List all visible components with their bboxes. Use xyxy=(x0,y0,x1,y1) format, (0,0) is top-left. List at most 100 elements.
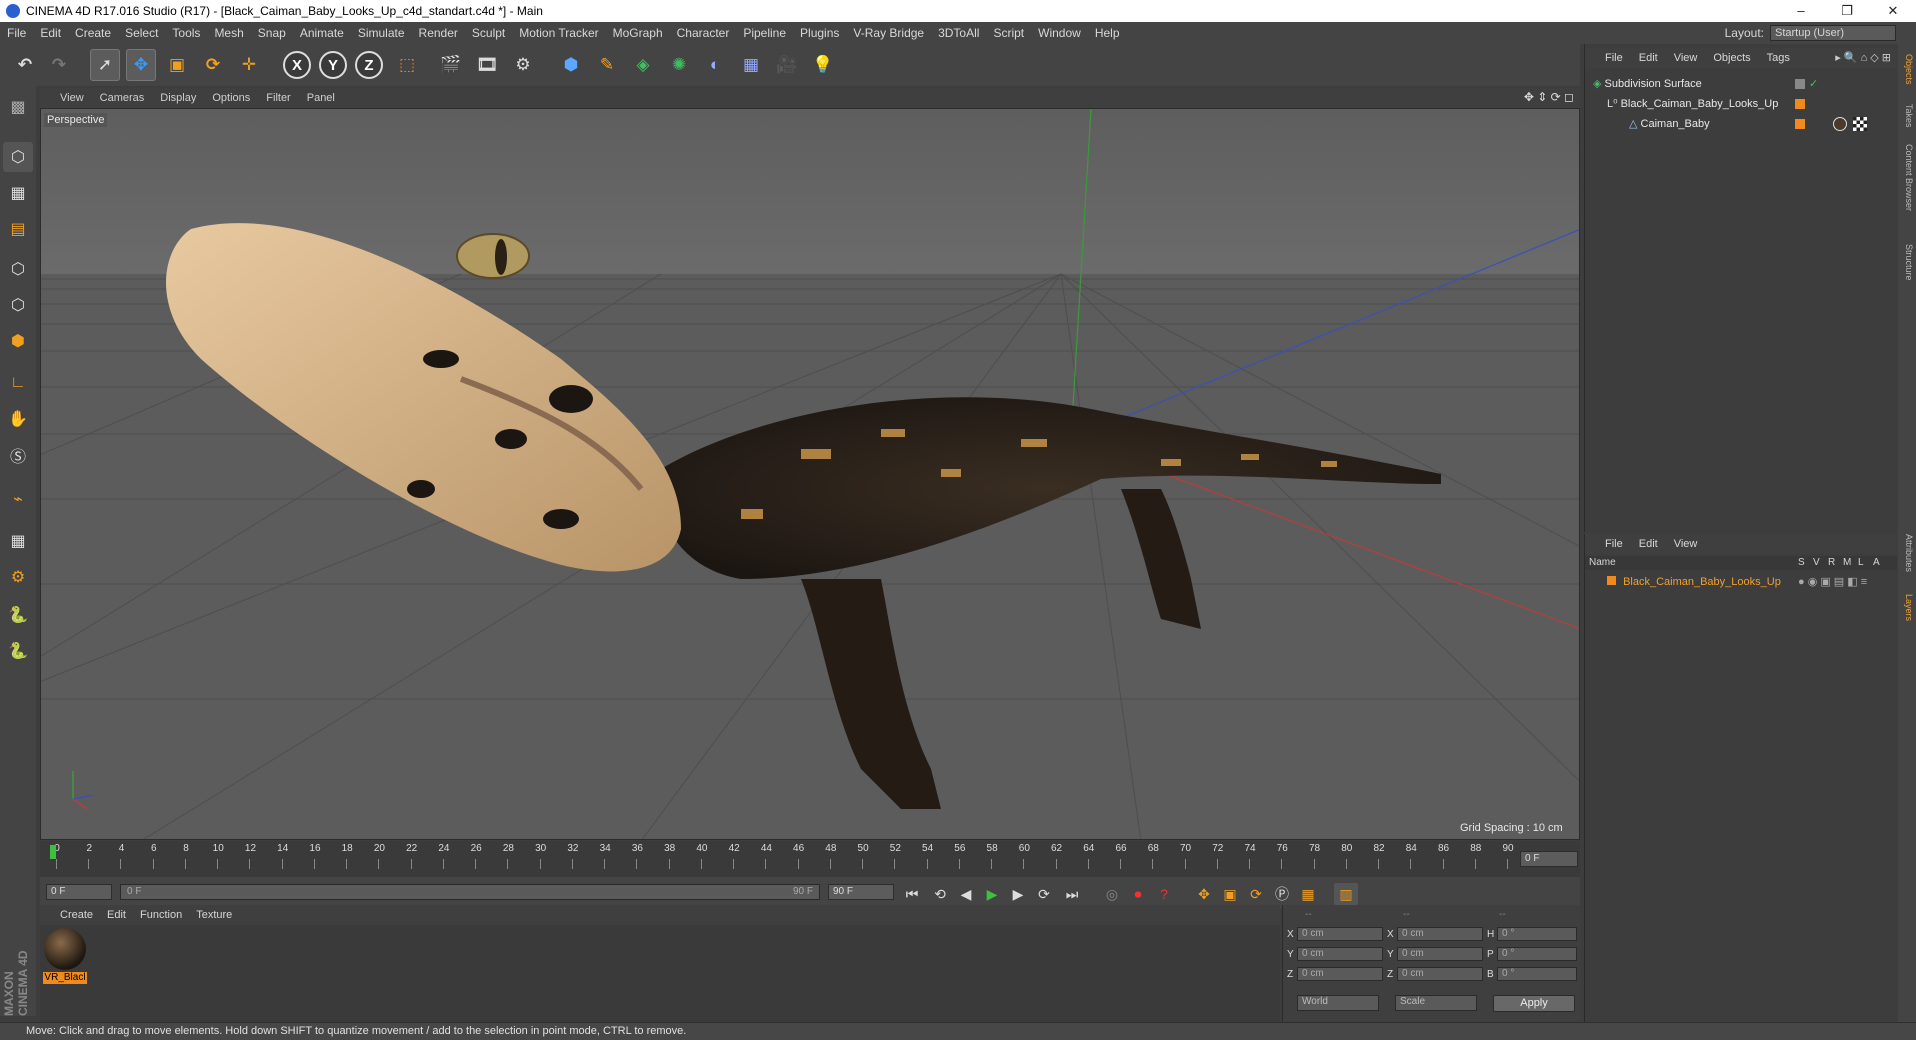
timeline-ruler[interactable]: 0 2 4 6 8 10 12 14 16 18 20 22 24 26 28 30 32 34 36 38 40 42 4… xyxy=(40,841,1580,877)
object-row-caiman-mesh[interactable]: △ Caiman_Baby xyxy=(1585,116,1897,132)
lock-grid-icon[interactable]: ▦ xyxy=(3,526,33,556)
viewport-menu-options[interactable]: Options xyxy=(204,92,258,104)
pos-y-field[interactable]: 0 cm xyxy=(1297,947,1383,961)
size-x-field[interactable]: 0 cm xyxy=(1397,927,1483,941)
tab-attributes[interactable]: Attributes xyxy=(1900,534,1914,572)
autokey-icon[interactable]: ? xyxy=(1152,883,1176,905)
undo-icon[interactable]: ↶ xyxy=(10,49,40,81)
material-tag-icon[interactable] xyxy=(1833,117,1847,131)
material-menu-function[interactable]: Function xyxy=(133,909,189,921)
current-frame-field[interactable]: 0 F xyxy=(1520,851,1578,867)
next-key-icon[interactable]: ⟳ xyxy=(1032,883,1056,905)
move-icon[interactable]: ✥ xyxy=(126,49,156,81)
layers-menu-edit[interactable]: Edit xyxy=(1631,538,1666,550)
axis-mode-icon[interactable]: ∟ xyxy=(3,368,33,398)
viewport-menu-display[interactable]: Display xyxy=(152,92,204,104)
menu-create[interactable]: Create xyxy=(68,26,118,40)
start-frame-field[interactable]: 0 F xyxy=(46,884,112,900)
menu-vray-bridge[interactable]: V-Ray Bridge xyxy=(846,26,931,40)
viewport-menu-filter[interactable]: Filter xyxy=(258,92,298,104)
model-mode-icon[interactable]: ⬡ xyxy=(3,142,33,172)
key-rotation-icon[interactable]: ⟳ xyxy=(1244,883,1268,905)
material-menu-texture[interactable]: Texture xyxy=(189,909,239,921)
redo-icon[interactable]: ↷ xyxy=(44,49,74,81)
close-button[interactable]: ✕ xyxy=(1870,0,1916,22)
menu-pipeline[interactable]: Pipeline xyxy=(736,26,793,40)
viewport-nav-icons[interactable]: ✥ ⇕ ⟳ ◻ xyxy=(1524,90,1574,104)
menu-select[interactable]: Select xyxy=(118,26,165,40)
objects-menu-file[interactable]: File xyxy=(1585,52,1631,64)
layers-menu-view[interactable]: View xyxy=(1666,538,1706,550)
menu-plugins[interactable]: Plugins xyxy=(793,26,846,40)
objects-menu-tags[interactable]: Tags xyxy=(1759,52,1798,64)
solo-icon[interactable]: Ⓢ xyxy=(3,440,33,470)
step-forward-icon[interactable]: ▶ xyxy=(1006,883,1030,905)
viewport-menu-cameras[interactable]: Cameras xyxy=(92,92,153,104)
pen-icon[interactable]: ✎ xyxy=(592,49,622,81)
floor-icon[interactable]: ▦ xyxy=(736,49,766,81)
rot-b-field[interactable]: 0 ° xyxy=(1497,967,1577,981)
select-icon[interactable]: ➚ xyxy=(90,49,120,81)
menu-window[interactable]: Window xyxy=(1031,26,1088,40)
menu-motion-tracker[interactable]: Motion Tracker xyxy=(512,26,605,40)
rot-p-field[interactable]: 0 ° xyxy=(1497,947,1577,961)
render-picture-queue-icon[interactable]: 🎞 xyxy=(472,49,502,81)
layer-color-icon[interactable] xyxy=(1795,99,1805,109)
playhead[interactable] xyxy=(50,845,56,859)
objects-search-icon[interactable]: ▸ 🔍 ⌂ ◇ ⊞ xyxy=(1835,51,1891,64)
object-row-subdivision[interactable]: ◈ Subdivision Surface ✓ xyxy=(1585,76,1897,92)
size-z-field[interactable]: 0 cm xyxy=(1397,967,1483,981)
objects-menu-view[interactable]: View xyxy=(1666,52,1706,64)
frame-range-slider[interactable]: 0 F 90 F xyxy=(120,884,820,900)
array-icon[interactable]: ✺ xyxy=(664,49,694,81)
menu-help[interactable]: Help xyxy=(1088,26,1127,40)
key-scale-icon[interactable]: ▣ xyxy=(1218,883,1242,905)
polygons-mode-icon[interactable]: ⬢ xyxy=(3,326,33,356)
step-back-icon[interactable]: ◀ xyxy=(954,883,978,905)
menu-animate[interactable]: Animate xyxy=(293,26,351,40)
render-settings-icon[interactable]: ⚙ xyxy=(508,49,538,81)
light-icon[interactable]: 💡 xyxy=(808,49,838,81)
viewport-menu-panel[interactable]: Panel xyxy=(299,92,343,104)
perspective-viewport[interactable] xyxy=(40,108,1580,840)
render-view-icon[interactable]: 🎬 xyxy=(436,49,466,81)
tab-takes[interactable]: Takes xyxy=(1900,104,1914,128)
menu-tools[interactable]: Tools xyxy=(165,26,207,40)
material-menu-create[interactable]: Create xyxy=(40,909,100,921)
camera-icon[interactable]: 🎥 xyxy=(772,49,802,81)
timeline-window-icon[interactable]: ▥ xyxy=(1334,883,1358,905)
tab-content-browser[interactable]: Content Browser xyxy=(1900,144,1914,211)
pos-z-field[interactable]: 0 cm xyxy=(1297,967,1383,981)
object-row-caiman-null[interactable]: L⁰ Black_Caiman_Baby_Looks_Up xyxy=(1585,96,1897,112)
points-mode-icon[interactable]: ⬡ xyxy=(3,254,33,284)
material-menu-edit[interactable]: Edit xyxy=(100,909,133,921)
objects-menu-objects[interactable]: Objects xyxy=(1705,52,1758,64)
key-position-icon[interactable]: ✥ xyxy=(1192,883,1216,905)
menu-3dtoall[interactable]: 3DToAll xyxy=(931,26,986,40)
y-axis-icon[interactable]: Y xyxy=(318,49,348,81)
tab-structure[interactable]: Structure xyxy=(1900,244,1914,281)
layout-dropdown[interactable]: Startup (User) xyxy=(1770,25,1896,41)
coord-mode-dropdown[interactable]: Scale xyxy=(1395,995,1477,1011)
size-y-field[interactable]: 0 cm xyxy=(1397,947,1483,961)
prev-key-icon[interactable]: ⟲ xyxy=(928,883,952,905)
layers-menu-file[interactable]: File xyxy=(1585,538,1631,550)
menu-snap[interactable]: Snap xyxy=(251,26,293,40)
rot-h-field[interactable]: 0 ° xyxy=(1497,927,1577,941)
workplane-icon[interactable]: ▤ xyxy=(3,214,33,244)
object-visibility-icon[interactable] xyxy=(1795,79,1805,89)
restore-button[interactable]: ❐ xyxy=(1824,0,1870,22)
menu-render[interactable]: Render xyxy=(412,26,465,40)
goto-end-icon[interactable]: ⏭ xyxy=(1060,883,1084,905)
key-param-icon[interactable]: Ⓟ xyxy=(1270,883,1294,905)
menu-edit[interactable]: Edit xyxy=(33,26,68,40)
transform-icon[interactable]: ✛ xyxy=(234,49,264,81)
objects-menu-edit[interactable]: Edit xyxy=(1631,52,1666,64)
minimize-button[interactable]: – xyxy=(1778,0,1824,22)
motion-record-icon[interactable]: ◎ xyxy=(1100,883,1124,905)
uvw-tag-icon[interactable] xyxy=(1853,117,1867,131)
menu-sculpt[interactable]: Sculpt xyxy=(465,26,512,40)
layer-row[interactable]: Black_Caiman_Baby_Looks_Up ● ◉ ▣ ▤ ◧ ≡ xyxy=(1585,574,1897,590)
viewport-menu-view[interactable]: View xyxy=(40,92,92,104)
python-script-icon[interactable]: 🐍 xyxy=(3,636,33,666)
